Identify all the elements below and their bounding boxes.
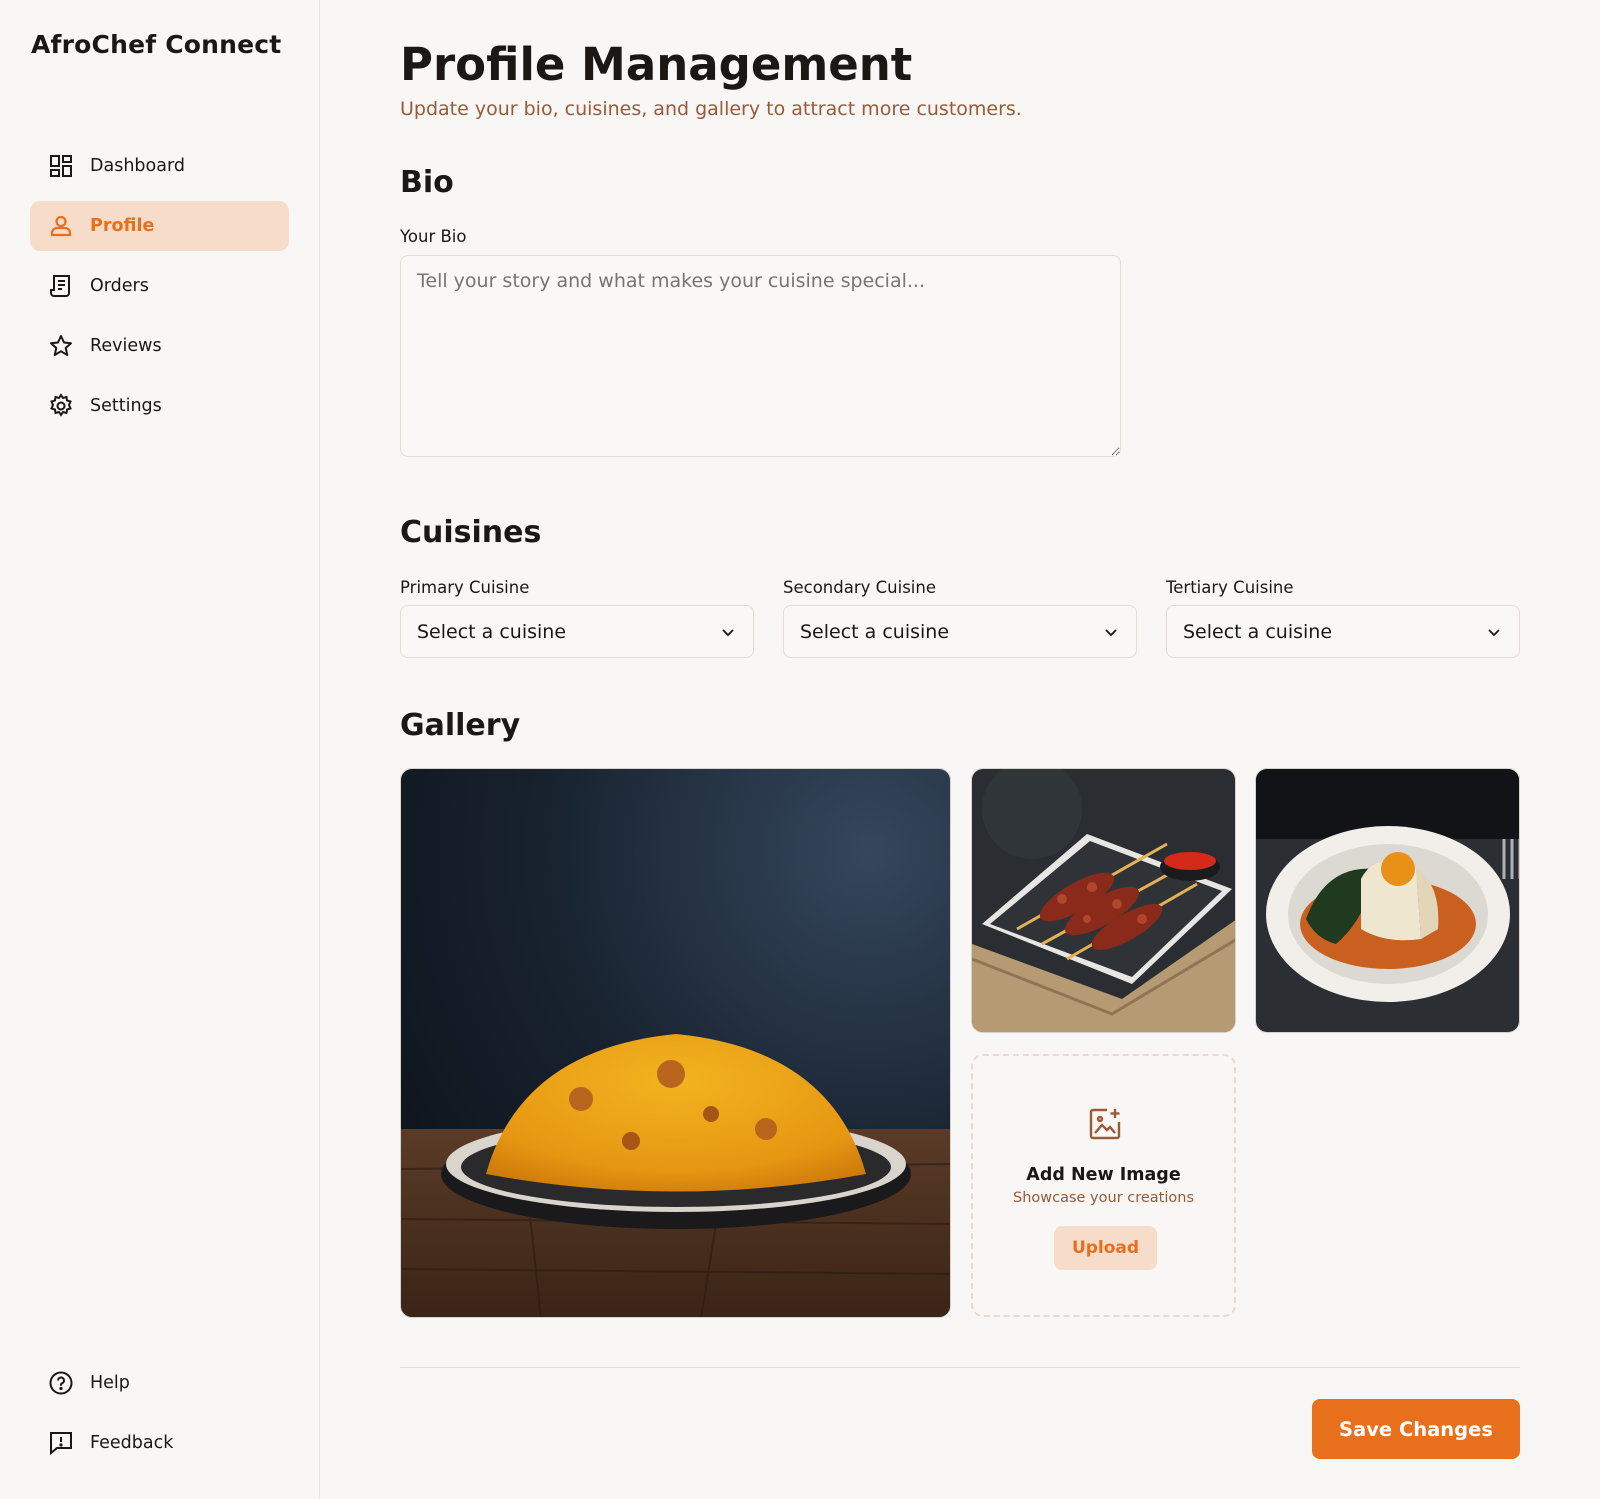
add-image-icon xyxy=(1089,1108,1121,1140)
cuisines-section-title: Cuisines xyxy=(400,515,542,550)
chevron-down-icon xyxy=(1488,629,1500,637)
help-icon xyxy=(48,1370,74,1396)
dashboard-icon xyxy=(48,153,74,179)
star-icon xyxy=(48,333,74,359)
bio-section-title: Bio xyxy=(400,165,454,200)
tertiary-cuisine-select[interactable]: Select a cuisine xyxy=(1166,605,1520,658)
feedback-icon xyxy=(48,1430,74,1456)
sidebar-item-feedback[interactable]: Feedback xyxy=(30,1418,289,1468)
sidebar-item-reviews[interactable]: Reviews xyxy=(30,321,289,371)
sidebar-item-settings[interactable]: Settings xyxy=(30,381,289,431)
primary-cuisine-label: Primary Cuisine xyxy=(400,578,530,597)
sidebar-item-help[interactable]: Help xyxy=(30,1358,289,1408)
select-value: Select a cuisine xyxy=(417,620,567,643)
brand-name: AfroChef Connect xyxy=(31,30,282,59)
select-value: Select a cuisine xyxy=(800,620,950,643)
add-image-title: Add New Image xyxy=(1026,1165,1181,1185)
tertiary-cuisine-label: Tertiary Cuisine xyxy=(1166,578,1294,597)
sidebar-bottom-nav: Help Feedback xyxy=(30,1358,289,1478)
sidebar-item-label: Orders xyxy=(90,276,149,296)
sidebar-nav: Dashboard Profile Orders Reviews Setting… xyxy=(30,141,289,441)
sidebar-item-orders[interactable]: Orders xyxy=(30,261,289,311)
save-changes-button[interactable]: Save Changes xyxy=(1312,1399,1520,1459)
chevron-down-icon xyxy=(1105,629,1117,637)
sidebar-item-label: Help xyxy=(90,1373,130,1393)
receipt-icon xyxy=(48,273,74,299)
upload-button[interactable]: Upload xyxy=(1054,1226,1157,1270)
sidebar-item-label: Dashboard xyxy=(90,156,185,176)
bio-textarea[interactable] xyxy=(400,255,1121,457)
secondary-cuisine-label: Secondary Cuisine xyxy=(783,578,936,597)
primary-cuisine-select[interactable]: Select a cuisine xyxy=(400,605,754,658)
sidebar: AfroChef Connect Dashboard Profile Order… xyxy=(0,0,320,1499)
footer-divider xyxy=(400,1367,1520,1368)
add-image-card: Add New Image Showcase your creations Up… xyxy=(971,1054,1236,1317)
bio-label: Your Bio xyxy=(400,227,467,246)
sidebar-item-label: Profile xyxy=(90,216,155,236)
pounded-yam-egusi-photo[interactable] xyxy=(1255,768,1520,1033)
sidebar-item-label: Settings xyxy=(90,396,162,416)
add-image-subtitle: Showcase your creations xyxy=(1012,1190,1195,1206)
person-icon xyxy=(48,213,74,239)
sidebar-item-label: Reviews xyxy=(90,336,162,356)
page-title: Profile Management xyxy=(400,38,913,91)
suya-skewers-photo[interactable] xyxy=(971,768,1236,1033)
sidebar-item-profile[interactable]: Profile xyxy=(30,201,289,251)
chevron-down-icon xyxy=(722,629,734,637)
sidebar-item-dashboard[interactable]: Dashboard xyxy=(30,141,289,191)
select-value: Select a cuisine xyxy=(1183,620,1333,643)
secondary-cuisine-select[interactable]: Select a cuisine xyxy=(783,605,1137,658)
gallery-section-title: Gallery xyxy=(400,708,521,743)
jollof-rice-photo[interactable] xyxy=(400,768,951,1318)
page-subtitle: Update your bio, cuisines, and gallery t… xyxy=(400,98,1022,120)
sidebar-item-label: Feedback xyxy=(90,1433,174,1453)
gear-icon xyxy=(48,393,74,419)
